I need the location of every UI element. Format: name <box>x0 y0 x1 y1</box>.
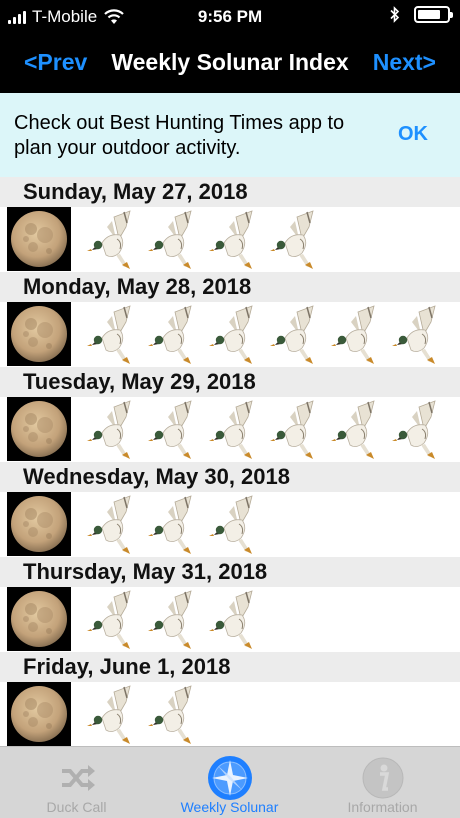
moon-phase-icon <box>7 682 71 746</box>
duck-icon <box>269 304 330 366</box>
day-row <box>0 302 460 367</box>
duck-icon <box>208 589 269 651</box>
tab-label: Duck Call <box>46 799 107 815</box>
moon-phase-icon <box>7 207 71 271</box>
banner-message: Check out Best Hunting Times app to plan… <box>14 112 345 159</box>
moon-phase-icon <box>7 492 71 556</box>
moon-phase-icon <box>7 302 71 366</box>
duck-icon <box>147 494 208 556</box>
day-header: Thursday, May 31, 2018 <box>0 557 460 587</box>
duck-icon <box>208 304 269 366</box>
duck-icon <box>86 304 147 366</box>
day-header: Tuesday, May 29, 2018 <box>0 367 460 397</box>
duck-rating <box>86 684 208 746</box>
duck-rating <box>86 494 269 556</box>
tab-bar: Duck Call Weekly Solunar Information <box>0 746 460 818</box>
day-row <box>0 682 460 747</box>
duck-icon <box>330 399 391 461</box>
duck-icon <box>86 399 147 461</box>
ok-button[interactable]: OK <box>398 123 428 146</box>
duck-icon <box>147 209 208 271</box>
duck-icon <box>208 494 269 556</box>
duck-icon <box>86 494 147 556</box>
battery-icon <box>414 6 453 23</box>
duck-rating <box>86 589 269 651</box>
compass-icon <box>207 756 252 800</box>
info-icon <box>362 757 403 799</box>
duck-icon <box>86 209 147 271</box>
navigation-bar: <Prev Weekly Solunar Index Next> <box>0 34 460 93</box>
duck-icon <box>86 684 147 746</box>
duck-rating <box>86 304 452 366</box>
duck-icon <box>147 399 208 461</box>
day-row <box>0 207 460 272</box>
duck-icon <box>330 304 391 366</box>
day-row <box>0 492 460 557</box>
day-header: Friday, June 1, 2018 <box>0 652 460 682</box>
shuffle-icon <box>61 765 95 791</box>
duck-rating <box>86 209 330 271</box>
tab-weekly-solunar[interactable]: Weekly Solunar <box>153 747 306 818</box>
duck-icon <box>208 209 269 271</box>
moon-phase-icon <box>7 397 71 461</box>
status-bar: T-Mobile 9:56 PM <box>0 0 460 34</box>
day-header: Monday, May 28, 2018 <box>0 272 460 302</box>
day-header: Wednesday, May 30, 2018 <box>0 462 460 492</box>
tab-information[interactable]: Information <box>306 747 459 818</box>
duck-icon <box>391 304 452 366</box>
duck-icon <box>391 399 452 461</box>
tab-label: Information <box>347 799 418 815</box>
day-row <box>0 587 460 652</box>
duck-icon <box>208 399 269 461</box>
day-header: Sunday, May 27, 2018 <box>0 177 460 207</box>
duck-icon <box>147 589 208 651</box>
duck-icon <box>147 684 208 746</box>
duck-rating <box>86 399 452 461</box>
day-row <box>0 397 460 462</box>
promo-banner: Check out Best Hunting Times app to plan… <box>0 93 460 177</box>
duck-icon <box>147 304 208 366</box>
duck-icon <box>269 399 330 461</box>
duck-icon <box>269 209 330 271</box>
tab-duck-call[interactable]: Duck Call <box>0 747 153 818</box>
tab-label: Weekly Solunar <box>180 799 279 815</box>
next-button[interactable]: Next> <box>373 49 436 76</box>
moon-phase-icon <box>7 587 71 651</box>
duck-icon <box>86 589 147 651</box>
bluetooth-icon <box>390 6 400 23</box>
